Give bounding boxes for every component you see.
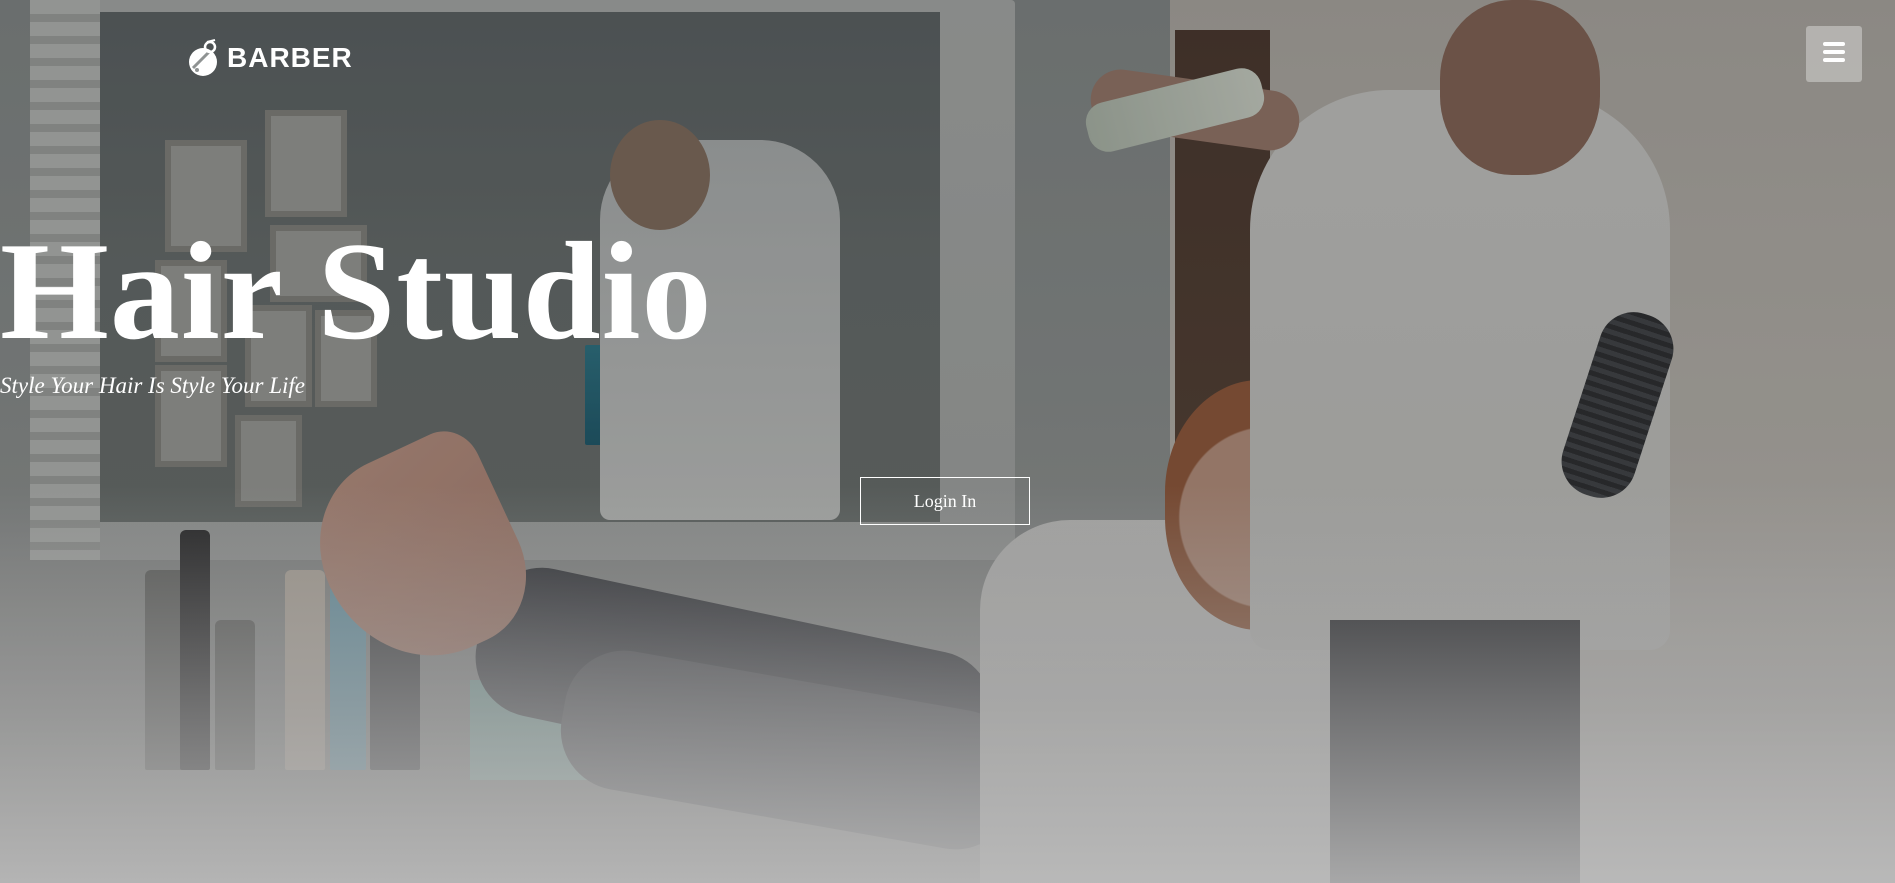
hero-title: Hair Studio	[0, 214, 713, 369]
hamburger-menu-icon	[1822, 41, 1846, 68]
menu-button[interactable]	[1806, 26, 1862, 82]
login-button[interactable]: Login In	[860, 477, 1030, 525]
hero-subtitle: Style Your Hair Is Style Your Life	[0, 373, 305, 398]
barber-logo-icon	[187, 38, 223, 78]
site-logo[interactable]: BARBER	[187, 38, 353, 78]
fade-overlay	[0, 0, 1895, 883]
logo-text: BARBER	[227, 42, 353, 73]
hero-section: BARBER Hair Studio Style Your Hair Is St…	[0, 0, 1895, 883]
